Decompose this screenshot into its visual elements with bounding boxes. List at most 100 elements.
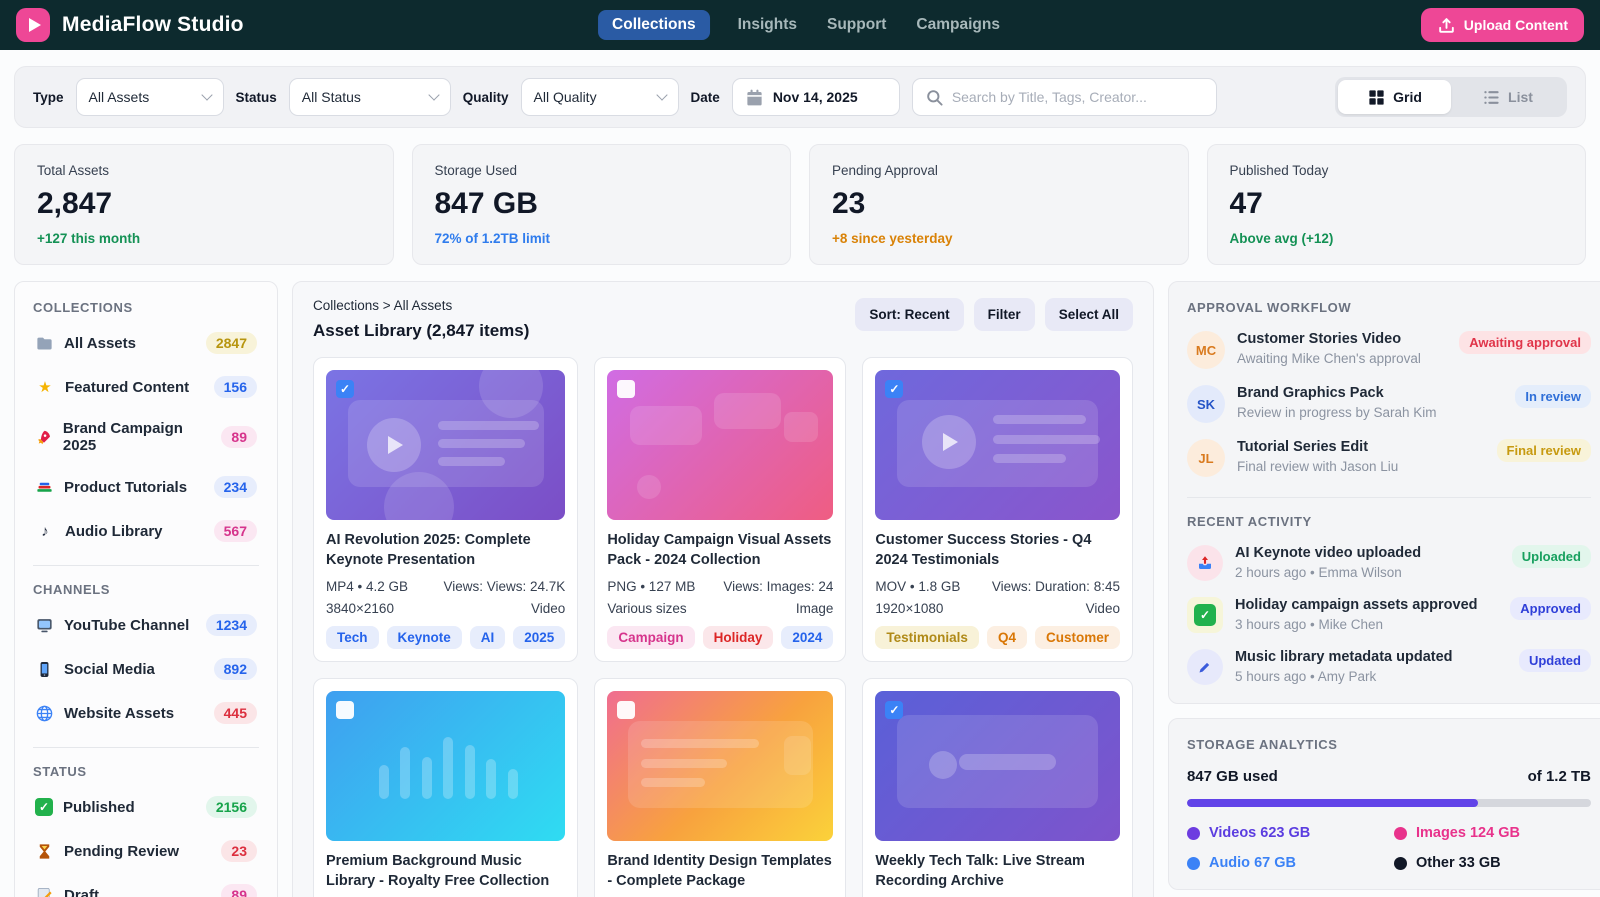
folder-icon bbox=[35, 334, 54, 353]
status-section-title: STATUS bbox=[33, 764, 259, 779]
divider bbox=[33, 747, 259, 748]
count-badge: 567 bbox=[214, 520, 257, 542]
image-thumbnail bbox=[607, 370, 833, 520]
approval-item[interactable]: JL Tutorial Series Edit Final review wit… bbox=[1187, 439, 1591, 477]
asset-resolution: 1920×1080 bbox=[875, 601, 943, 616]
nav-tab-insights[interactable]: Insights bbox=[736, 10, 799, 40]
pencil-icon bbox=[1187, 649, 1223, 685]
sidebar-item-draft[interactable]: Draft 89 bbox=[33, 873, 259, 897]
asset-type: Image bbox=[796, 601, 834, 616]
status-badge: Approved bbox=[1510, 597, 1591, 620]
sidebar-item-youtube-channel[interactable]: YouTube Channel 1234 bbox=[33, 603, 259, 647]
tag[interactable]: AI bbox=[470, 626, 506, 649]
date-picker[interactable]: Nov 14, 2025 bbox=[732, 78, 900, 116]
asset-checkbox[interactable] bbox=[617, 380, 635, 398]
search-field bbox=[912, 78, 1217, 116]
sidebar-item-all-assets[interactable]: All Assets 2847 bbox=[33, 321, 259, 365]
count-badge: 89 bbox=[221, 884, 257, 897]
asset-card[interactable]: AI Revolution 2025: Complete Keynote Pre… bbox=[313, 357, 578, 662]
count-badge: 156 bbox=[214, 376, 257, 398]
asset-card[interactable]: Customer Success Stories - Q4 2024 Testi… bbox=[862, 357, 1133, 662]
sidebar-item-brand-campaign[interactable]: Brand Campaign 2025 89 bbox=[33, 409, 259, 465]
sidebar-item-social-media[interactable]: Social Media 892 bbox=[33, 647, 259, 691]
search-input[interactable] bbox=[952, 89, 1204, 105]
tag[interactable]: Keynote bbox=[387, 626, 462, 649]
asset-checkbox[interactable] bbox=[617, 701, 635, 719]
activity-item[interactable]: Music library metadata updated 5 hours a… bbox=[1187, 649, 1591, 685]
audio-dot-icon bbox=[1187, 857, 1200, 870]
stat-delta: +127 this month bbox=[37, 231, 371, 246]
filter-button[interactable]: Filter bbox=[974, 298, 1035, 331]
hourglass-icon bbox=[35, 842, 54, 861]
status-badge: Updated bbox=[1519, 649, 1591, 672]
stat-storage-used: Storage Used 847 GB 72% of 1.2TB limit bbox=[412, 144, 792, 265]
tag[interactable]: Campaign bbox=[607, 626, 694, 649]
tag[interactable]: 2024 bbox=[781, 626, 833, 649]
activity-item[interactable]: AI Keynote video uploaded 2 hours ago • … bbox=[1187, 545, 1591, 581]
tag[interactable]: Customer bbox=[1035, 626, 1120, 649]
activity-item[interactable]: ✓ Holiday campaign assets approved 3 hou… bbox=[1187, 597, 1591, 633]
asset-checkbox[interactable] bbox=[336, 701, 354, 719]
tag[interactable]: Holiday bbox=[703, 626, 774, 649]
stat-delta: 72% of 1.2TB limit bbox=[435, 231, 769, 246]
asset-checkbox[interactable] bbox=[885, 701, 903, 719]
sort-button[interactable]: Sort: Recent bbox=[855, 298, 963, 331]
asset-format-size: PNG • 127 MB bbox=[607, 579, 695, 594]
asset-card[interactable]: Weekly Tech Talk: Live Stream Recording … bbox=[862, 678, 1133, 897]
asset-format-size: MOV • 1.8 GB bbox=[875, 579, 960, 594]
storage-analytics-title: STORAGE ANALYTICS bbox=[1187, 737, 1591, 752]
status-badge: Uploaded bbox=[1512, 545, 1591, 568]
recent-activity-title: RECENT ACTIVITY bbox=[1187, 514, 1591, 529]
stat-delta: Above avg (+12) bbox=[1230, 231, 1564, 246]
chevron-down-icon bbox=[428, 89, 439, 100]
tag[interactable]: 2025 bbox=[513, 626, 565, 649]
other-dot-icon bbox=[1394, 857, 1407, 870]
count-badge: 2156 bbox=[206, 796, 257, 818]
date-filter-label: Date bbox=[691, 90, 720, 105]
select-all-button[interactable]: Select All bbox=[1045, 298, 1133, 331]
asset-card[interactable]: Premium Background Music Library - Royal… bbox=[313, 678, 578, 897]
stat-value: 23 bbox=[832, 187, 1166, 221]
tag[interactable]: Testimonials bbox=[875, 626, 979, 649]
status-filter-select[interactable]: All Status bbox=[289, 78, 451, 116]
asset-checkbox[interactable] bbox=[336, 380, 354, 398]
stat-delta: +8 since yesterday bbox=[832, 231, 1166, 246]
legend-audio: Audio 67 GB bbox=[1187, 855, 1384, 871]
asset-checkbox[interactable] bbox=[885, 380, 903, 398]
video-thumbnail bbox=[875, 370, 1120, 520]
sidebar-item-audio-library[interactable]: ♪ Audio Library 567 bbox=[33, 509, 259, 553]
status-badge: Awaiting approval bbox=[1459, 331, 1591, 354]
asset-title: Holiday Campaign Visual Assets Pack - 20… bbox=[607, 531, 833, 570]
sidebar-item-website-assets[interactable]: Website Assets 445 bbox=[33, 691, 259, 735]
type-filter-select[interactable]: All Assets bbox=[76, 78, 224, 116]
grid-view-button[interactable]: Grid bbox=[1338, 80, 1451, 114]
sidebar-item-published[interactable]: ✓ Published 2156 bbox=[33, 785, 259, 829]
channels-section-title: CHANNELS bbox=[33, 582, 259, 597]
sidebar-item-featured-content[interactable]: ★ Featured Content 156 bbox=[33, 365, 259, 409]
approval-workflow-card: APPROVAL WORKFLOW MC Customer Stories Vi… bbox=[1168, 281, 1600, 704]
memo-icon bbox=[35, 886, 54, 897]
list-view-button[interactable]: List bbox=[1451, 80, 1564, 114]
nav-tab-support[interactable]: Support bbox=[825, 10, 888, 40]
status-filter-label: Status bbox=[236, 90, 277, 105]
upload-tray-icon bbox=[1187, 545, 1223, 581]
stat-pending-approval: Pending Approval 23 +8 since yesterday bbox=[809, 144, 1189, 265]
asset-type: Video bbox=[531, 601, 565, 616]
sidebar-item-product-tutorials[interactable]: Product Tutorials 234 bbox=[33, 465, 259, 509]
left-sidebar: COLLECTIONS All Assets 2847 ★ Featured C… bbox=[14, 281, 278, 897]
approval-item[interactable]: MC Customer Stories Video Awaiting Mike … bbox=[1187, 331, 1591, 369]
asset-card[interactable]: Brand Identity Design Templates - Comple… bbox=[594, 678, 846, 897]
nav-tab-campaigns[interactable]: Campaigns bbox=[914, 10, 1002, 40]
tag[interactable]: Tech bbox=[326, 626, 379, 649]
quality-filter-select[interactable]: All Quality bbox=[521, 78, 679, 116]
tag[interactable]: Q4 bbox=[987, 626, 1027, 649]
sidebar-item-pending-review[interactable]: Pending Review 23 bbox=[33, 829, 259, 873]
status-badge: Final review bbox=[1497, 439, 1591, 462]
design-thumbnail bbox=[607, 691, 833, 841]
asset-card[interactable]: Holiday Campaign Visual Assets Pack - 20… bbox=[594, 357, 846, 662]
star-icon: ★ bbox=[35, 378, 55, 396]
approval-item[interactable]: SK Brand Graphics Pack Review in progres… bbox=[1187, 385, 1591, 423]
stat-value: 2,847 bbox=[37, 187, 371, 221]
nav-tab-collections[interactable]: Collections bbox=[598, 10, 710, 40]
upload-content-button[interactable]: Upload Content bbox=[1421, 8, 1584, 42]
